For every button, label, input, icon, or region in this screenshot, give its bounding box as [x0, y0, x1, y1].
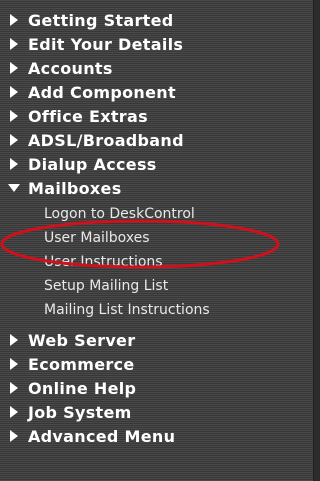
- submenu-item-label: Logon to DeskControl: [44, 206, 195, 222]
- arrow-right-icon: [6, 334, 22, 346]
- menu-item-label: Edit Your Details: [28, 34, 184, 54]
- arrow-right-icon: [6, 158, 22, 170]
- menu-item-label: Web Server: [28, 330, 136, 350]
- arrow-right-icon: [6, 110, 22, 122]
- menu-item-label: Office Extras: [28, 106, 148, 126]
- menu-item-accounts[interactable]: Accounts: [0, 56, 308, 80]
- menu-item-job-system[interactable]: Job System: [0, 400, 308, 424]
- arrow-right-icon: [6, 382, 22, 394]
- menu-item-label: ADSL/Broadband: [28, 130, 184, 150]
- menu-item-label: Accounts: [28, 58, 113, 78]
- menu-item-online-help[interactable]: Online Help: [0, 376, 308, 400]
- menu-item-web-server[interactable]: Web Server: [0, 328, 308, 352]
- submenu-item-label: User Instructions: [44, 254, 163, 270]
- menu-item-label: Online Help: [28, 378, 137, 398]
- arrow-right-icon: [6, 62, 22, 74]
- arrow-down-icon: [6, 184, 22, 192]
- submenu-item-mailing-list-instructions[interactable]: Mailing List Instructions: [0, 298, 308, 322]
- menu-item-label: Advanced Menu: [28, 426, 176, 446]
- arrow-right-icon: [6, 38, 22, 50]
- submenu-item-user-instructions[interactable]: User Instructions: [0, 250, 308, 274]
- menu-item-adsl-broadband[interactable]: ADSL/Broadband: [0, 128, 308, 152]
- menu-item-office-extras[interactable]: Office Extras: [0, 104, 308, 128]
- arrow-right-icon: [6, 358, 22, 370]
- submenu-item-logon-to-deskcontrol[interactable]: Logon to DeskControl: [0, 202, 308, 226]
- arrow-right-icon: [6, 406, 22, 418]
- menu-item-add-component[interactable]: Add Component: [0, 80, 308, 104]
- submenu-item-user-mailboxes[interactable]: User Mailboxes: [0, 226, 308, 250]
- submenu-item-label: User Mailboxes: [44, 230, 150, 246]
- submenu-item-setup-mailing-list[interactable]: Setup Mailing List: [0, 274, 308, 298]
- navigation-menu: Getting Started Edit Your Details Accoun…: [0, 8, 308, 448]
- menu-item-edit-your-details[interactable]: Edit Your Details: [0, 32, 308, 56]
- menu-item-ecommerce[interactable]: Ecommerce: [0, 352, 308, 376]
- menu-item-dialup-access[interactable]: Dialup Access: [0, 152, 308, 176]
- submenu-item-label: Setup Mailing List: [44, 278, 169, 294]
- arrow-right-icon: [6, 14, 22, 26]
- arrow-right-icon: [6, 134, 22, 146]
- mailboxes-submenu: Logon to DeskControl User Mailboxes User…: [0, 200, 308, 328]
- menu-item-label: Job System: [28, 402, 132, 422]
- arrow-right-icon: [6, 86, 22, 98]
- menu-item-getting-started[interactable]: Getting Started: [0, 8, 308, 32]
- scrollbar-edge: [313, 0, 320, 481]
- menu-item-label: Add Component: [28, 82, 176, 102]
- menu-item-advanced-menu[interactable]: Advanced Menu: [0, 424, 308, 448]
- menu-item-label: Ecommerce: [28, 354, 135, 374]
- menu-item-mailboxes[interactable]: Mailboxes: [0, 176, 308, 200]
- menu-item-label: Mailboxes: [28, 178, 122, 198]
- menu-item-label: Getting Started: [28, 10, 174, 30]
- submenu-item-label: Mailing List Instructions: [44, 302, 210, 318]
- arrow-right-icon: [6, 430, 22, 442]
- menu-item-label: Dialup Access: [28, 154, 157, 174]
